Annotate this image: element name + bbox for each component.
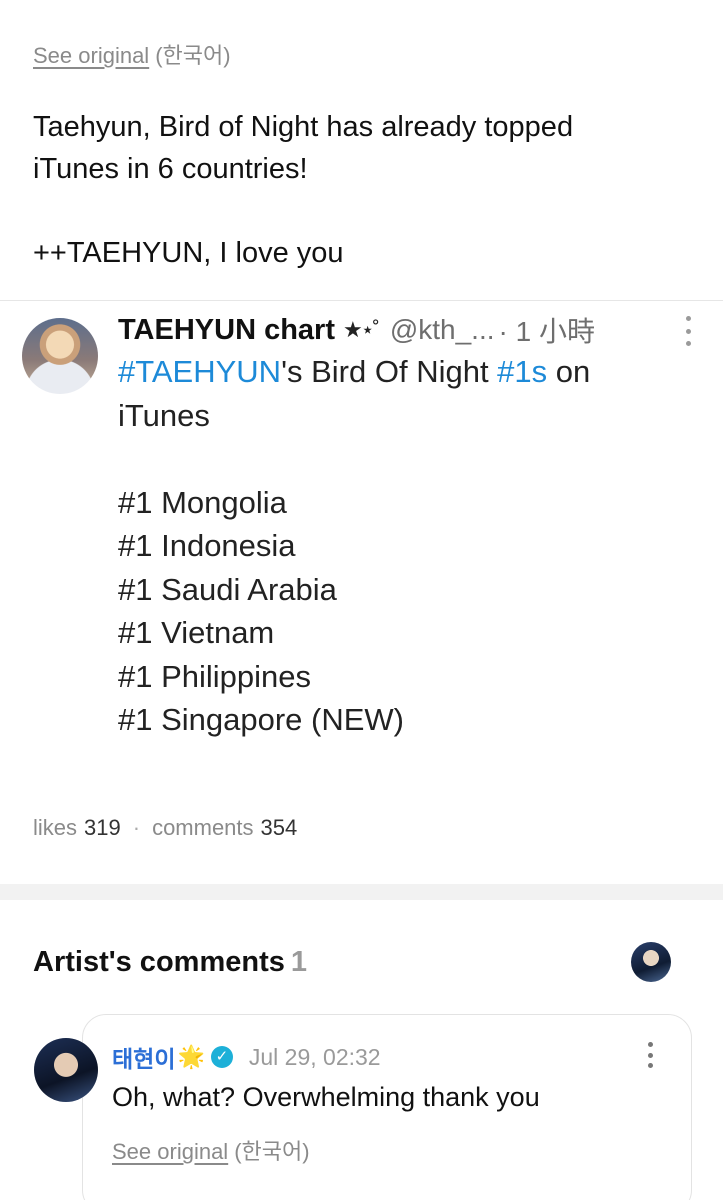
- verified-badge-icon: ✓: [210, 1046, 233, 1068]
- hashtag-1s[interactable]: #1s: [497, 354, 547, 389]
- see-original-link[interactable]: See original: [33, 43, 149, 68]
- embed-author-avatar[interactable]: [22, 318, 98, 394]
- see-original-row: See original (한국어): [33, 38, 231, 70]
- artist-comments-heading: Artist's comments 1: [33, 946, 307, 979]
- comment-original-language-label: (한국어): [234, 1139, 310, 1164]
- star-emoji-icon: 🌟: [177, 1044, 205, 1069]
- ranking-item: #1 Indonesia: [118, 528, 296, 563]
- ranking-item: #1 Saudi Arabia: [118, 571, 337, 607]
- embed-author-handle: @kth_...: [389, 314, 495, 345]
- ranking-item: #1 Mongolia: [118, 484, 287, 520]
- likes-label: likes: [33, 815, 78, 840]
- ranking-item: #1 Philippines: [118, 658, 312, 694]
- comments-label[interactable]: comments: [152, 815, 253, 841]
- comment-author-avatar[interactable]: [34, 1038, 98, 1102]
- embed-line-text: 's Bird Of Night: [281, 354, 498, 389]
- artist-avatar-small[interactable]: [631, 942, 671, 982]
- ranking-item: #1 Vietnam: [118, 615, 275, 650]
- stars-decoration: ★⋆˚: [343, 317, 380, 342]
- likes-count: 319: [84, 815, 121, 840]
- comment-see-original-row: See original (한국어): [112, 1134, 310, 1166]
- embed-blank-line: [118, 437, 678, 481]
- comment-text: Oh, what? Overwhelming thank you: [112, 1082, 540, 1112]
- comment-author-name[interactable]: 태현이: [112, 1040, 175, 1074]
- embed-line-tail: on: [547, 354, 591, 389]
- original-language-label: (한국어): [155, 43, 231, 68]
- comment-date: Jul 29, 02:32: [248, 1043, 381, 1070]
- ranking-item: #1 Singapore (NEW): [118, 702, 405, 737]
- divider: [0, 300, 723, 301]
- embed-line: #TAEHYUN's Bird Of Night #1s on: [118, 350, 678, 394]
- section-separator: [0, 884, 723, 900]
- post-body: Taehyun, Bird of Night has already toppe…: [33, 106, 693, 274]
- post-text-line: ++TAEHYUN, I love you: [33, 237, 344, 269]
- comment-see-original-link[interactable]: See original: [112, 1139, 228, 1164]
- comments-count: 354: [260, 815, 298, 840]
- post-stats: likes 319 · comments 354: [33, 815, 297, 841]
- artist-comments-title: Artist's comments: [33, 946, 285, 978]
- stats-separator: ·: [132, 815, 141, 840]
- hashtag-taehyun[interactable]: #TAEHYUN: [118, 354, 281, 389]
- post-text-blank-line: [33, 190, 693, 232]
- post-text-line: Taehyun, Bird of Night has already toppe…: [33, 111, 574, 143]
- artist-comments-count: 1: [290, 946, 307, 978]
- post-text-line: iTunes in 6 countries!: [33, 153, 308, 185]
- embed-line: iTunes: [118, 397, 210, 433]
- comment-header: 태현이 🌟 ✓ Jul 29, 02:32: [112, 1040, 381, 1074]
- embed-timestamp: · 1 小時: [498, 316, 595, 347]
- embed-body: #TAEHYUN's Bird Of Night #1s on iTunes #…: [118, 350, 678, 742]
- comment-more-options-icon[interactable]: [645, 1042, 655, 1068]
- embed-author-name[interactable]: TAEHYUN chart: [118, 314, 335, 347]
- embed-header: TAEHYUN chart ★⋆˚ @kth_... · 1 小時: [118, 310, 718, 350]
- more-options-icon[interactable]: [683, 316, 693, 346]
